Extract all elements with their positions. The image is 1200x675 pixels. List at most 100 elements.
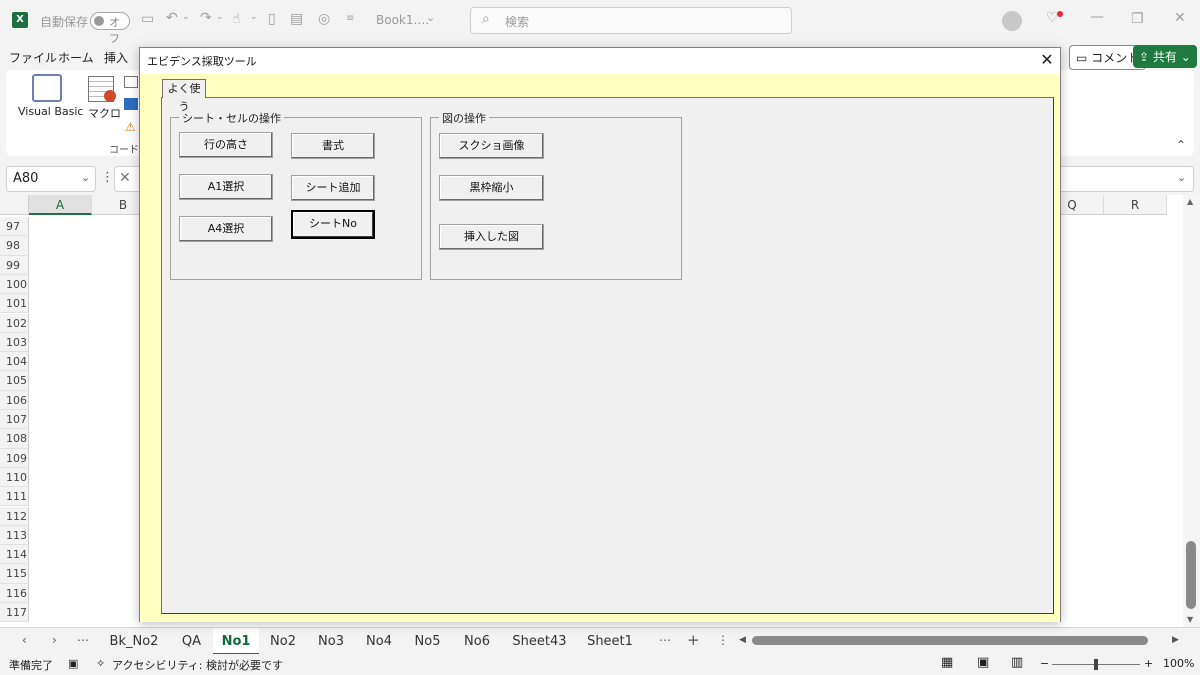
format-icon[interactable]: ▤ — [290, 11, 303, 27]
row-header[interactable]: 116 — [0, 583, 29, 603]
screenshot-image-button[interactable]: スクショ画像 — [439, 133, 544, 159]
scroll-up-icon[interactable]: ▲ — [1187, 197, 1193, 206]
row-header[interactable]: 110 — [0, 467, 29, 488]
tab-frequently-used[interactable]: よく使う — [162, 79, 206, 113]
expand-formula-icon[interactable]: ⌄ — [1177, 171, 1186, 184]
zoom-level[interactable]: 100% — [1163, 657, 1194, 670]
vertical-scroll-thumb[interactable] — [1186, 541, 1196, 609]
save-icon[interactable]: ▭ — [141, 11, 154, 27]
sheet-tab[interactable]: No2 — [259, 628, 307, 655]
document-icon[interactable]: ▯ — [268, 11, 276, 27]
select-a4-button[interactable]: A4選択 — [179, 216, 273, 242]
undo-dropdown-icon[interactable]: ⌄ — [182, 12, 190, 22]
horizontal-scroll-thumb[interactable] — [752, 636, 1148, 645]
next-sheet-icon[interactable]: › — [52, 633, 57, 647]
sheet-tab[interactable]: Sheet1 — [577, 628, 643, 655]
row-height-button[interactable]: 行の高さ — [179, 132, 273, 158]
page-layout-icon[interactable]: ▣ — [977, 655, 989, 670]
sheet-tab[interactable]: No4 — [355, 628, 403, 655]
menu-file[interactable]: ファイル — [9, 49, 57, 66]
autosave-toggle[interactable]: オフ — [90, 12, 130, 45]
record-macro-icon[interactable] — [124, 76, 138, 88]
name-box[interactable]: A80 ⌄ — [6, 166, 96, 192]
add-sheet-icon[interactable]: + — [687, 631, 700, 649]
touch-mode-icon[interactable]: ☝ — [232, 11, 241, 27]
zoom-in-icon[interactable]: + — [1144, 657, 1153, 670]
search-input[interactable]: 検索 — [505, 13, 529, 30]
format-button[interactable]: 書式 — [291, 133, 375, 159]
relative-ref-icon[interactable] — [124, 98, 138, 110]
close-window-icon[interactable]: ✕ — [1174, 10, 1186, 26]
select-a1-button[interactable]: A1選択 — [179, 174, 273, 200]
row-header[interactable]: 104 — [0, 352, 29, 372]
redo-dropdown-icon[interactable]: ⌄ — [216, 12, 224, 22]
zoom-slider-thumb[interactable] — [1094, 659, 1098, 670]
macro-security-icon[interactable]: ⚠ — [125, 120, 136, 134]
sheet-tab[interactable]: Sheet43 — [502, 628, 577, 655]
visual-basic-label[interactable]: Visual Basic — [18, 105, 83, 118]
row-header[interactable]: 107 — [0, 410, 29, 430]
row-header[interactable]: 97 — [0, 217, 29, 237]
row-header[interactable]: 109 — [0, 448, 29, 468]
sheet-tab[interactable]: No3 — [307, 628, 355, 655]
restore-icon[interactable]: ❐ — [1131, 11, 1144, 27]
row-header[interactable]: 112 — [0, 506, 29, 526]
visual-basic-icon[interactable] — [32, 74, 62, 102]
menu-insert[interactable]: 挿入 — [104, 49, 128, 66]
sheet-options-icon[interactable]: ⋮ — [717, 633, 729, 647]
row-header[interactable]: 117 — [0, 603, 29, 623]
row-header[interactable]: 111 — [0, 487, 29, 507]
scroll-down-icon[interactable]: ▼ — [1187, 615, 1193, 624]
row-header[interactable]: 106 — [0, 390, 29, 410]
dialog-close-icon[interactable]: ✕ — [1038, 50, 1056, 70]
accessibility-status[interactable]: アクセシビリティ: 検討が必要です — [112, 657, 283, 673]
more-sheets-left-icon[interactable]: ⋯ — [77, 633, 89, 647]
row-header[interactable]: 103 — [0, 332, 29, 353]
row-header[interactable]: 108 — [0, 429, 29, 449]
minimize-icon[interactable]: — — [1090, 9, 1104, 25]
chevron-down-icon[interactable]: ⌄ — [81, 171, 90, 184]
prev-sheet-icon[interactable]: ‹ — [22, 633, 27, 647]
row-header[interactable]: 105 — [0, 371, 29, 391]
avatar[interactable] — [1002, 11, 1022, 31]
row-header[interactable]: 113 — [0, 525, 29, 546]
undo-icon[interactable]: ↶ — [166, 10, 178, 26]
share-button[interactable]: ⇪ 共有 ⌄ — [1133, 45, 1197, 68]
more-sheets-right-icon[interactable]: ⋯ — [659, 633, 671, 647]
collapse-ribbon-icon[interactable]: ⌃ — [1176, 138, 1186, 152]
more-options-icon[interactable]: ⋮ — [101, 170, 114, 185]
search-box[interactable]: ⌕ 検索 — [470, 7, 792, 34]
touch-dropdown-icon[interactable]: ⌄ — [250, 12, 258, 22]
scroll-left-icon[interactable]: ◀ — [739, 635, 746, 645]
row-header[interactable]: 100 — [0, 274, 29, 295]
vertical-scrollbar[interactable]: ▲ ▼ — [1183, 195, 1200, 627]
redo-icon[interactable]: ↷ — [200, 10, 212, 26]
row-header[interactable]: 98 — [0, 236, 29, 256]
sheet-no-button[interactable]: シートNo — [292, 211, 374, 238]
cancel-icon[interactable]: ✕ — [119, 170, 131, 186]
accessibility-icon[interactable]: ✧ — [96, 657, 105, 670]
row-header[interactable]: 115 — [0, 564, 29, 584]
page-break-icon[interactable]: ▥ — [1011, 655, 1023, 670]
sheet-tab[interactable]: No5 — [403, 628, 452, 655]
select-all-corner[interactable] — [0, 195, 29, 215]
scroll-right-icon[interactable]: ▶ — [1172, 635, 1179, 645]
inserted-image-button[interactable]: 挿入した図 — [439, 224, 544, 250]
normal-view-icon[interactable]: ▦ — [941, 655, 953, 670]
record-icon[interactable]: ◎ — [318, 11, 330, 27]
row-header[interactable]: 101 — [0, 294, 29, 314]
shrink-black-frame-button[interactable]: 黒枠縮小 — [439, 175, 544, 201]
add-sheet-button[interactable]: シート追加 — [291, 175, 375, 201]
column-header-a[interactable]: A — [29, 195, 92, 215]
macro-record-status-icon[interactable]: ▣ — [68, 657, 78, 670]
sheet-tab[interactable]: QA — [170, 628, 213, 655]
sheet-tab[interactable]: No1 — [213, 628, 259, 655]
document-name[interactable]: Book1.… — [376, 13, 429, 27]
customize-qat-icon[interactable]: ≡ — [346, 13, 354, 24]
column-header-r[interactable]: R — [1104, 195, 1167, 215]
doc-dropdown-icon[interactable]: ⌄ — [426, 11, 435, 24]
menu-home[interactable]: ホーム — [58, 49, 94, 66]
row-header[interactable]: 99 — [0, 255, 29, 275]
sheet-tab[interactable]: Bk_No2 — [98, 628, 170, 655]
sheet-tab[interactable]: No6 — [452, 628, 502, 655]
